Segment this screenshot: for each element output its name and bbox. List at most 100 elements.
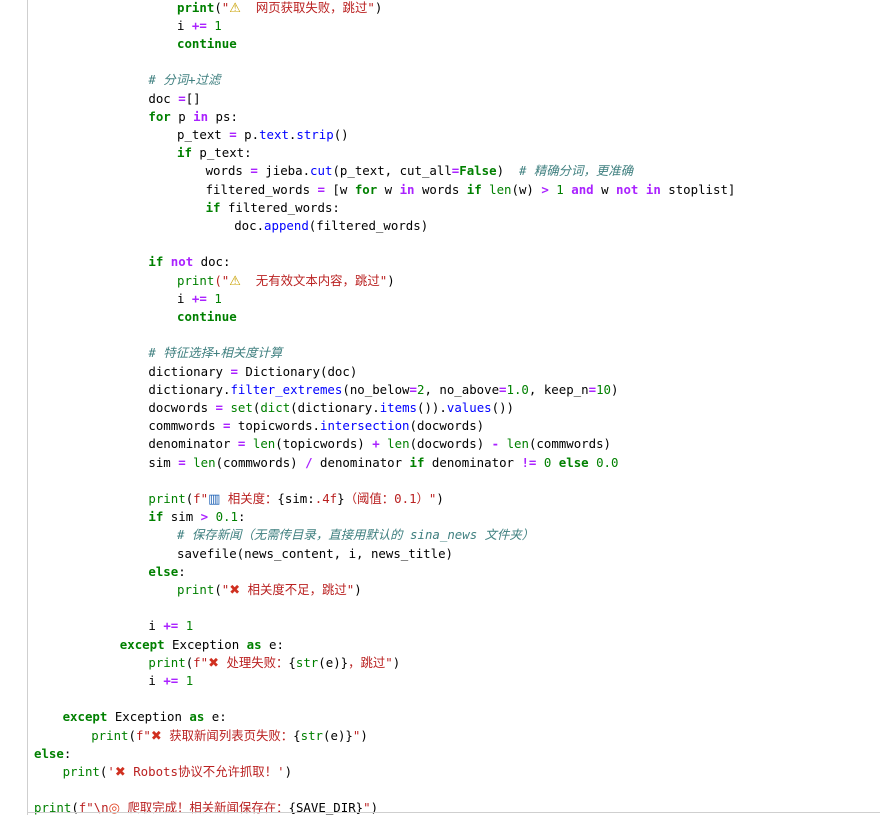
warning-icon: ⚠ (229, 0, 241, 16)
code-line[interactable]: words = jieba.cut(p_text, cut_all=False)… (206, 162, 633, 180)
code-token: p_text: (191, 145, 252, 161)
code-line[interactable]: i += 1 (148, 617, 193, 635)
code-token: text (259, 126, 289, 142)
code-line[interactable]: print(f"✖ 获取新闻列表页失败：{str(e)}") (91, 727, 368, 745)
code-token: {SAVE_DIR} (288, 800, 364, 816)
code-token: += (191, 290, 207, 306)
code-token: continue (177, 35, 237, 51)
code-line[interactable]: print(f"✖ 处理失败：{str(e)}，跳过") (148, 654, 400, 672)
code-line[interactable]: i += 1 (148, 672, 193, 690)
code-line[interactable]: print("✖ 相关度不足，跳过") (177, 581, 362, 599)
code-token: = (317, 181, 325, 197)
code-token: values (446, 399, 492, 415)
code-token: set (230, 399, 253, 415)
code-token: else (558, 454, 589, 470)
code-token: words (414, 181, 467, 197)
code-token: , keep_n (528, 381, 589, 397)
code-line[interactable]: dictionary.filter_extremes(no_below=2, n… (148, 381, 618, 399)
code-line[interactable]: print("⚠ 网页获取失败，跳过") (177, 0, 382, 17)
code-token: > (541, 181, 549, 197)
code-token: # 保存新闻（无需传目录，直接用默认的 sina_news 文件夹） (177, 527, 535, 543)
code-token: cut (310, 163, 333, 179)
code-token: ) (284, 763, 293, 779)
code-line[interactable]: savefile(news_content, i, news_title) (177, 545, 453, 563)
code-token: else (148, 563, 179, 579)
code-line[interactable]: sim = len(commwords) / denominator if de… (148, 454, 618, 472)
code-token: str (300, 727, 324, 743)
code-line[interactable]: continue (177, 35, 237, 53)
code-token: (" (214, 272, 230, 288)
code-token: ) (370, 800, 379, 816)
code-token: ) (392, 654, 401, 670)
code-token: append (264, 217, 309, 233)
code-line[interactable]: # 分词+过滤 (148, 71, 220, 89)
code-line[interactable]: dictionary = Dictionary(doc) (148, 363, 357, 381)
code-token: # 分词+过滤 (148, 72, 221, 88)
code-token: w (377, 181, 400, 197)
code-token: = (229, 126, 237, 142)
code-line[interactable]: filtered_words = [w for w in words if le… (206, 181, 736, 199)
code-token: [w (324, 181, 355, 197)
code-token: docwords (148, 399, 216, 415)
code-line[interactable]: commwords = topicwords.intersection(docw… (148, 417, 484, 435)
code-line[interactable]: for p in ps: (148, 108, 238, 126)
code-token: not in (616, 181, 661, 197)
code-line[interactable]: docwords = set(dict(dictionary.items()).… (148, 399, 514, 417)
code-line[interactable]: i += 1 (177, 290, 222, 308)
code-line[interactable]: continue (177, 308, 237, 326)
code-token: 1 (206, 17, 222, 33)
code-token: intersection (320, 418, 410, 434)
code-token: print (148, 654, 186, 670)
code-line[interactable]: if not doc: (148, 253, 230, 271)
code-token: [] (185, 90, 201, 106)
code-token: f" (135, 727, 151, 743)
code-line[interactable]: print('✖ Robots协议不允许抓取！') (63, 763, 292, 781)
code-line[interactable]: if sim > 0.1: (148, 508, 245, 526)
code-token: ( (214, 0, 222, 15)
code-token: Exception (164, 636, 247, 652)
code-line[interactable]: denominator = len(topicwords) + len(docw… (148, 435, 611, 453)
code-token: += (163, 618, 179, 634)
code-token: dictionary. (148, 381, 231, 397)
code-token: = (409, 381, 417, 397)
code-token: （阈值：0.1）" (344, 490, 437, 506)
code-token: : (237, 509, 246, 525)
code-token: Dictionary(doc) (237, 363, 358, 379)
code-token: filtered_words (205, 181, 318, 197)
code-token: 10 (596, 381, 611, 397)
code-line[interactable]: if filtered_words: (206, 199, 340, 217)
code-line[interactable]: except Exception as e: (120, 636, 284, 654)
code-token: ) (436, 490, 444, 506)
code-line[interactable]: doc =[] (148, 90, 200, 108)
code-line[interactable]: i += 1 (177, 17, 222, 35)
code-line[interactable]: if p_text: (177, 144, 252, 162)
code-line[interactable]: doc.append(filtered_words) (234, 217, 428, 235)
code-token: += (163, 672, 179, 688)
code-token: if (148, 254, 164, 270)
code-line[interactable]: print("⚠ 无有效文本内容，跳过") (177, 272, 395, 290)
code-token: = (178, 454, 186, 470)
code-token: ) (360, 727, 368, 743)
code-token: 相关度： (220, 490, 278, 506)
code-token: f" (193, 490, 209, 506)
code-token: filtered_words: (220, 199, 340, 215)
code-line[interactable]: print(f"▥ 相关度：{sim:.4f}（阈值：0.1）") (148, 490, 443, 508)
code-token: print (148, 490, 186, 506)
code-token: (commwords) (528, 436, 612, 452)
code-token: # 精确分词，更准确 (518, 163, 634, 179)
code-cell[interactable]: print("⚠ 网页获取失败，跳过") i += 1 continue # 分词+过… (27, 0, 880, 816)
code-line[interactable]: # 特征选择+相关度计算 (148, 344, 282, 362)
code-token: i (177, 290, 192, 306)
code-line[interactable]: else: (148, 563, 185, 581)
code-token: ' (107, 763, 115, 779)
code-line[interactable]: p_text = p.text.strip() (177, 126, 349, 144)
code-line[interactable]: else: (34, 745, 71, 763)
code-token: {sim: (277, 490, 315, 506)
code-token: if (148, 509, 164, 525)
code-token: len (252, 436, 276, 452)
code-line[interactable]: # 保存新闻（无需传目录，直接用默认的 sina_news 文件夹） (177, 526, 534, 544)
code-line[interactable]: except Exception as e: (63, 708, 227, 726)
